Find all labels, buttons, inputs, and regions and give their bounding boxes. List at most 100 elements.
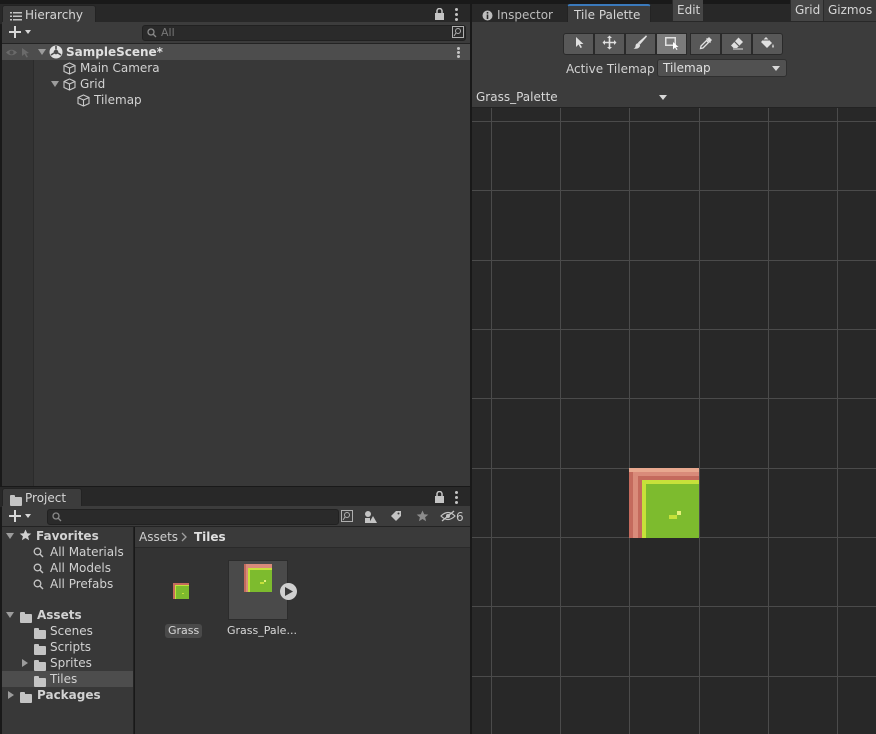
hierarchy-item-tilemap[interactable]: Tilemap [2, 92, 470, 108]
visibility-strip [2, 44, 34, 486]
tree-item-all-materials[interactable]: All Materials [2, 544, 133, 560]
hidden-count: 6 [456, 510, 464, 524]
hidden-packages-icon[interactable] [440, 510, 456, 525]
favorites-label: Favorites [36, 529, 99, 543]
star-icon [19, 529, 32, 545]
grid-toggle-button[interactable]: Grid [790, 0, 823, 21]
grid-line [472, 190, 876, 191]
filter-by-type-icon[interactable] [364, 510, 378, 526]
hierarchy-item-samplescene[interactable]: SampleScene* [2, 44, 470, 60]
grass-palette-asset-label[interactable]: Grass_Pale... [224, 624, 300, 638]
palette-canvas[interactable] [472, 108, 876, 734]
panel-divider[interactable] [470, 0, 472, 734]
eraser-icon [730, 36, 744, 53]
grass-palette-asset-thumbnail[interactable] [228, 560, 288, 620]
label-tag-icon[interactable] [390, 510, 402, 525]
search-icon [52, 512, 62, 526]
scenes-label: Scenes [50, 624, 93, 638]
box-fill-icon [664, 36, 680, 53]
tree-item-tiles[interactable]: Tiles [2, 671, 133, 687]
tab-project[interactable]: Project [2, 488, 82, 507]
scene-search-icon[interactable] [452, 26, 464, 41]
grid-line [472, 260, 876, 261]
project-content: Assets Tiles Grass Grass_Pale... [135, 527, 470, 734]
paint-brush-icon [633, 35, 648, 53]
tilemap-label: Tilemap [94, 93, 142, 107]
hierarchy-search-input[interactable]: All [142, 25, 466, 41]
scene-search-icon[interactable] [341, 510, 353, 525]
project-tab-label: Project [25, 491, 67, 505]
tree-item-favorites[interactable]: Favorites [2, 528, 133, 544]
gizmos-toggle-button[interactable]: Gizmos [823, 0, 876, 21]
expand-arrow-icon[interactable] [6, 612, 14, 618]
expand-arrow-icon[interactable] [38, 49, 46, 55]
tree-item-packages[interactable]: Packages [2, 687, 133, 703]
assets-label: Assets [37, 608, 82, 622]
favorite-star-icon[interactable] [416, 510, 429, 525]
grid-line [837, 108, 838, 734]
picker-button[interactable] [690, 33, 721, 55]
project-tree: Favorites All Materials All Models All P… [2, 527, 134, 734]
scene-menu-icon[interactable] [457, 47, 461, 60]
hierarchy-item-grid[interactable]: Grid [2, 76, 470, 92]
scene-label: SampleScene* [66, 45, 163, 59]
tree-item-assets[interactable]: Assets [2, 607, 133, 623]
hierarchy-list: SampleScene* Main Camera Grid Tilemap [2, 44, 470, 486]
lock-icon[interactable] [434, 7, 445, 23]
packages-label: Packages [37, 688, 101, 702]
folder-icon [20, 690, 32, 706]
gizmos-label: Gizmos [828, 3, 873, 17]
hierarchy-search-placeholder: All [161, 26, 175, 39]
expand-play-button[interactable] [280, 583, 297, 600]
move-tool-button[interactable] [594, 33, 625, 55]
expand-arrow-icon[interactable] [51, 81, 59, 87]
chevron-down-icon [659, 95, 667, 100]
palette-dropdown[interactable]: Grass_Palette [472, 87, 672, 108]
tab-tile-palette[interactable]: Tile Palette [567, 4, 651, 23]
box-fill-button[interactable] [656, 33, 687, 55]
grass-tile[interactable] [629, 468, 699, 538]
paint-brush-button[interactable] [625, 33, 656, 55]
picker-icon [699, 36, 713, 53]
grid-line [472, 676, 876, 677]
edit-label: Edit [677, 3, 701, 17]
tree-item-scenes[interactable]: Scenes [2, 623, 133, 639]
select-tool-icon [573, 36, 585, 52]
move-tool-icon [602, 35, 617, 53]
grass-asset-thumbnail[interactable] [173, 583, 191, 601]
grid-line [472, 121, 876, 122]
grid-line [560, 108, 561, 734]
breadcrumb-root[interactable]: Assets [139, 530, 178, 544]
expand-arrow-icon[interactable] [6, 533, 14, 539]
project-menu-icon[interactable] [455, 491, 459, 506]
add-icon[interactable] [8, 25, 32, 42]
tree-item-all-prefabs[interactable]: All Prefabs [2, 576, 133, 592]
palette-name: Grass_Palette [476, 90, 558, 104]
eraser-button[interactable] [721, 33, 752, 55]
active-tilemap-label: Active Tilemap [566, 62, 655, 76]
chevron-down-icon [772, 66, 780, 71]
hierarchy-item-main-camera[interactable]: Main Camera [2, 60, 470, 76]
breadcrumb-current[interactable]: Tiles [194, 530, 226, 544]
tree-item-all-models[interactable]: All Models [2, 560, 133, 576]
sprites-label: Sprites [50, 656, 92, 670]
hierarchy-menu-icon[interactable] [455, 8, 459, 23]
grid-line [472, 329, 876, 330]
grass-asset-label[interactable]: Grass [165, 624, 203, 638]
expand-arrow-icon[interactable] [22, 659, 28, 667]
edit-button[interactable]: Edit [672, 0, 703, 21]
active-tilemap-dropdown[interactable]: Tilemap [657, 59, 787, 77]
lock-icon[interactable] [434, 490, 445, 506]
gameobject-cube-icon [77, 94, 90, 111]
scripts-label: Scripts [50, 640, 92, 654]
add-icon[interactable] [8, 509, 32, 526]
hierarchy-tab-label: Hierarchy [25, 8, 84, 22]
tree-item-scripts[interactable]: Scripts [2, 639, 133, 655]
fill-bucket-button[interactable] [752, 33, 783, 55]
expand-arrow-icon[interactable] [8, 691, 14, 699]
select-tool-button[interactable] [563, 33, 594, 55]
tree-item-sprites[interactable]: Sprites [2, 655, 133, 671]
main-camera-label: Main Camera [80, 61, 160, 75]
inspector-tab-label: Inspector [497, 8, 553, 22]
project-search-input[interactable] [47, 509, 339, 525]
